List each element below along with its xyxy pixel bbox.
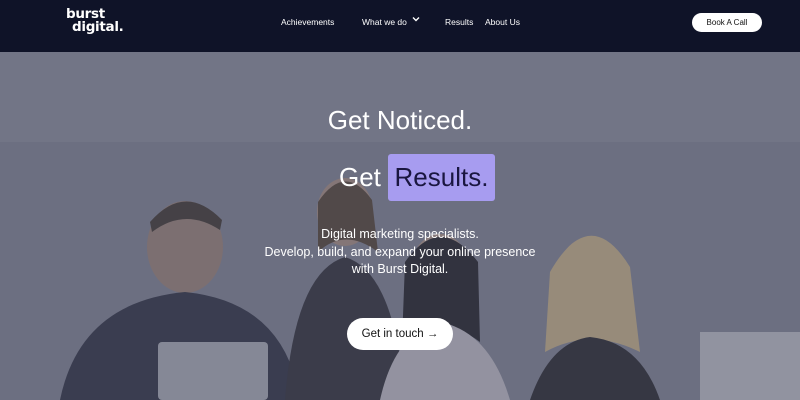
headline-results-highlight: Results. — [388, 154, 495, 201]
site-header: burst digital. Achievements What we do R… — [0, 0, 800, 52]
nav-results[interactable]: Results — [445, 17, 473, 27]
get-in-touch-button[interactable]: Get in touch → — [347, 318, 453, 350]
hero-subtext: Digital marketing specialists. Develop, … — [0, 226, 800, 279]
nav-achievements[interactable]: Achievements — [281, 17, 334, 27]
book-a-call-button[interactable]: Book A Call — [692, 13, 762, 32]
hero-subtext-line3: with Burst Digital. — [351, 262, 449, 276]
hero-subtext-line1: Digital marketing specialists. — [321, 227, 479, 241]
headline-get: Get — [339, 162, 381, 192]
chevron-down-icon[interactable] — [412, 15, 420, 26]
nav-what-we-do[interactable]: What we do — [362, 17, 407, 27]
nav-about-us[interactable]: About Us — [485, 17, 520, 27]
hero-subtext-line2: Develop, build, and expand your online p… — [264, 244, 536, 259]
hero-section: Get Noticed. Get Results. Digital market… — [0, 52, 800, 400]
headline-get-noticed: Get Noticed. — [327, 105, 473, 135]
logo-line2: digital. — [72, 19, 124, 35]
burst-digital-logo[interactable]: burst digital. — [66, 7, 124, 35]
